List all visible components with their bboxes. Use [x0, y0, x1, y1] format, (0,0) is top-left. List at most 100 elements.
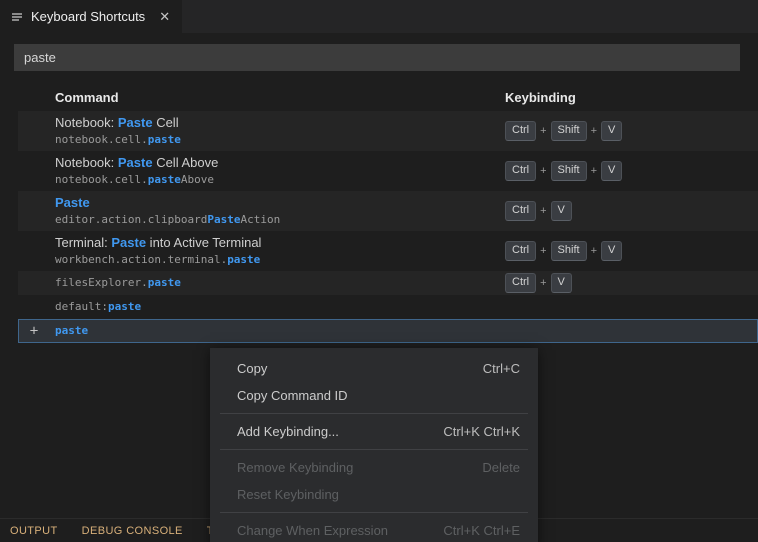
key-chip: Ctrl — [505, 201, 537, 221]
menu-item-shortcut: Delete — [482, 460, 520, 475]
keybinding-column-header: Keybinding — [505, 89, 576, 105]
keybindings-search-input[interactable] — [14, 44, 740, 71]
menu-item-label: Remove Keybinding — [237, 460, 354, 475]
tab-keyboard-shortcuts[interactable]: Keyboard Shortcuts ✕ — [0, 0, 183, 33]
panel-tab-output[interactable]: OUTPUT — [10, 525, 58, 537]
context-menu: Copy Ctrl+C Copy Command ID Add Keybinding.… — [210, 348, 538, 542]
command-id: default:paste — [55, 300, 505, 314]
panel-tab-debug-console[interactable]: DEBUG CONSOLE — [82, 525, 183, 537]
keybinding-cell: Ctrl + Shift + V — [505, 121, 758, 141]
command-id: editor.action.clipboardPasteAction — [55, 213, 505, 227]
command-label: Terminal: Paste into Active Terminal — [55, 235, 505, 251]
match-highlight: Paste — [207, 213, 241, 226]
plus-separator: + — [540, 125, 547, 137]
match-highlight: Paste — [117, 155, 153, 170]
editor-tab-bar: Keyboard Shortcuts ✕ — [0, 0, 758, 33]
command-column-header: Command — [55, 89, 119, 105]
keybinding-row[interactable]: Notebook: Paste Cell Above notebook.cell.… — [18, 151, 758, 191]
menu-item-copy-command-id[interactable]: Copy Command ID — [210, 382, 538, 409]
add-keybinding-icon[interactable]: + — [26, 324, 42, 339]
tab-title: Keyboard Shortcuts — [31, 9, 146, 24]
command-id: notebook.cell.paste — [55, 133, 505, 147]
menu-item-copy[interactable]: Copy Ctrl+C — [210, 355, 538, 382]
search-area — [0, 33, 758, 79]
keybinding-row[interactable]: Terminal: Paste into Active Terminal work… — [18, 231, 758, 271]
keybindings-table: Command Keybinding Notebook: Paste Cell n… — [18, 83, 758, 343]
key-chip: V — [550, 201, 572, 221]
key-chip: Ctrl — [505, 121, 537, 141]
key-chip: Shift — [550, 121, 587, 141]
match-highlight: Paste — [117, 115, 153, 130]
menu-item-label: Copy Command ID — [237, 388, 348, 403]
plus-separator: + — [540, 277, 547, 289]
text-segment: Cell Above — [152, 155, 219, 170]
command-label: Paste — [55, 195, 505, 211]
match-highlight: paste — [147, 276, 181, 289]
menu-separator — [220, 449, 528, 450]
keybinding-row-selected[interactable]: + paste — [18, 319, 758, 343]
menu-item-shortcut: Ctrl+K Ctrl+K — [443, 424, 520, 439]
command-cell: Paste editor.action.clipboardPasteAction — [18, 195, 505, 227]
command-cell: Notebook: Paste Cell Above notebook.cell.… — [18, 155, 505, 187]
menu-item-label: Add Keybinding... — [237, 424, 339, 439]
text-segment: Notebook: — [55, 155, 118, 170]
text-segment: Above — [180, 173, 214, 186]
command-id: workbench.action.terminal.paste — [55, 253, 505, 267]
key-chip: V — [550, 273, 572, 293]
text-segment: Action — [240, 213, 281, 226]
text-segment: workbench.action.terminal. — [55, 253, 228, 266]
menu-item-shortcut: Ctrl+K Ctrl+E — [443, 523, 520, 538]
key-chip: Shift — [550, 241, 587, 261]
key-chip: Shift — [550, 161, 587, 181]
menu-item-label: Reset Keybinding — [237, 487, 339, 502]
keybinding-row[interactable]: Paste editor.action.clipboardPasteAction C… — [18, 191, 758, 231]
command-cell: filesExplorer.paste — [18, 276, 505, 290]
keybinding-cell: Ctrl + V — [505, 273, 758, 293]
text-segment: default: — [55, 300, 108, 313]
keybinding-row[interactable]: Notebook: Paste Cell notebook.cell.paste C… — [18, 111, 758, 151]
text-segment: filesExplorer. — [55, 276, 148, 289]
command-cell: Terminal: Paste into Active Terminal work… — [18, 235, 505, 267]
command-cell: Notebook: Paste Cell notebook.cell.paste — [18, 115, 505, 147]
keybinding-cell: Ctrl + Shift + V — [505, 241, 758, 261]
command-cell: paste — [18, 324, 505, 338]
text-segment: editor.action.clipboard — [55, 213, 208, 226]
key-chip: Ctrl — [505, 161, 537, 181]
keybinding-cell: Ctrl + V — [505, 201, 758, 221]
text-segment: notebook.cell. — [55, 133, 148, 146]
command-cell: default:paste — [18, 300, 505, 314]
keybinding-row[interactable]: default:paste — [18, 295, 758, 319]
match-highlight: paste — [147, 133, 181, 146]
menu-item-label: Change When Expression — [237, 523, 389, 538]
text-segment: Notebook: — [55, 115, 118, 130]
plus-separator: + — [540, 245, 547, 257]
plus-separator: + — [590, 165, 597, 177]
keybinding-cell: Ctrl + Shift + V — [505, 161, 758, 181]
match-highlight: paste — [55, 324, 89, 337]
close-icon[interactable]: ✕ — [157, 9, 172, 25]
match-highlight: paste — [147, 173, 181, 186]
text-segment: Terminal: — [55, 235, 112, 250]
match-highlight: paste — [227, 253, 261, 266]
plus-separator: + — [590, 245, 597, 257]
menu-separator — [220, 413, 528, 414]
command-label: Notebook: Paste Cell — [55, 115, 505, 131]
menu-item-shortcut: Ctrl+C — [482, 361, 520, 376]
keyboard-shortcuts-icon — [10, 10, 24, 24]
menu-item-remove-keybinding: Remove Keybinding Delete — [210, 454, 538, 481]
match-highlight: paste — [107, 300, 142, 313]
vscode-window: Keyboard Shortcuts ✕ Command Keybinding … — [0, 0, 758, 542]
keybinding-row[interactable]: filesExplorer.paste Ctrl + V — [18, 271, 758, 295]
plus-separator: + — [540, 165, 547, 177]
command-label: Notebook: Paste Cell Above — [55, 155, 505, 171]
text-segment: Cell — [152, 115, 179, 130]
command-id: filesExplorer.paste — [55, 276, 505, 290]
key-chip: V — [601, 241, 623, 261]
menu-item-add-keybinding[interactable]: Add Keybinding... Ctrl+K Ctrl+K — [210, 418, 538, 445]
command-id: paste — [55, 324, 505, 338]
menu-item-change-when-expression: Change When Expression Ctrl+K Ctrl+E — [210, 517, 538, 542]
menu-separator — [220, 512, 528, 513]
text-segment: notebook.cell. — [55, 173, 148, 186]
plus-separator: + — [590, 125, 597, 137]
plus-separator: + — [540, 205, 547, 217]
